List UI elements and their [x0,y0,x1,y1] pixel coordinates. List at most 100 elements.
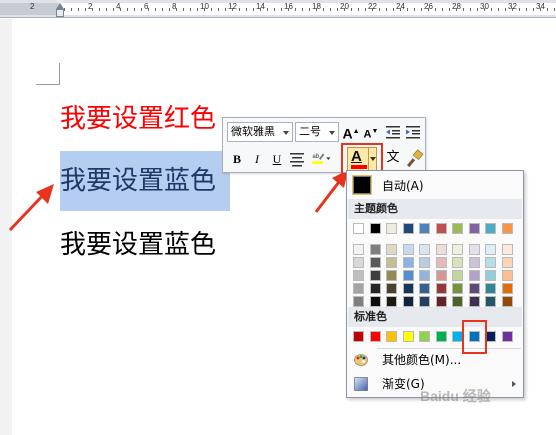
theme-color-swatch[interactable] [468,257,480,268]
theme-color-swatch[interactable] [452,283,463,294]
automatic-color-item[interactable]: 自动(A) [348,173,522,197]
theme-color-swatch[interactable] [402,270,414,281]
standard-color-swatch[interactable] [353,331,364,342]
chevron-down-icon[interactable] [283,131,289,135]
theme-color-swatch[interactable] [501,257,513,268]
standard-color-swatch[interactable] [369,331,381,342]
theme-color-swatch[interactable] [402,244,414,255]
decrease-indent-icon[interactable] [383,122,403,142]
standard-color-swatch[interactable] [501,331,513,342]
standard-color-swatch[interactable] [419,331,430,342]
horizontal-ruler[interactable]: 2 2 4 6 8 10 12 14 16 18 20 22 24 26 28 30 32 34 [0,0,556,18]
theme-color-swatch[interactable] [386,244,397,255]
theme-color-swatch[interactable] [386,296,397,307]
theme-color-swatch[interactable] [353,244,364,255]
theme-color-swatch[interactable] [353,270,364,281]
styles-button[interactable]: 文 [383,148,403,168]
theme-color-swatch[interactable] [353,296,364,307]
theme-color-swatch[interactable] [402,223,414,234]
theme-color-swatch[interactable] [485,223,496,234]
theme-color-swatch[interactable] [369,257,381,268]
theme-color-swatch[interactable] [386,223,397,234]
theme-color-swatch[interactable] [501,223,513,234]
theme-color-swatch[interactable] [501,283,513,294]
theme-color-swatch[interactable] [353,283,364,294]
increase-indent-icon[interactable] [403,122,423,142]
theme-color-swatch[interactable] [369,270,381,281]
ruler-tick [190,8,191,11]
theme-color-swatch[interactable] [369,283,381,294]
theme-color-swatch[interactable] [353,223,364,234]
standard-color-swatch[interactable] [402,331,414,342]
theme-color-swatch[interactable] [419,296,430,307]
theme-color-swatch[interactable] [452,244,463,255]
theme-color-swatch[interactable] [419,223,430,234]
theme-color-swatch[interactable] [501,296,513,307]
theme-color-swatch[interactable] [419,270,430,281]
theme-color-swatch[interactable] [386,257,397,268]
theme-color-swatch[interactable] [353,257,364,268]
ruler-tick [428,8,429,11]
center-align-icon[interactable] [287,149,307,169]
theme-color-swatch[interactable] [468,270,480,281]
format-painter-icon[interactable] [405,149,425,169]
chevron-down-icon[interactable] [329,131,335,135]
theme-color-swatch[interactable] [419,257,430,268]
theme-color-swatch[interactable] [435,283,447,294]
italic-button[interactable]: I [247,149,267,169]
theme-color-swatch[interactable] [452,257,463,268]
theme-color-swatch[interactable] [419,283,430,294]
theme-color-swatch[interactable] [468,223,480,234]
theme-color-swatch[interactable] [485,283,496,294]
font-name-combo[interactable]: 微软雅黑 [227,122,293,142]
theme-color-swatch[interactable] [386,270,397,281]
highlight-color-button[interactable]: ab [311,148,331,168]
theme-color-swatch[interactable] [435,244,447,255]
watermark: Baidu 经验 [420,388,491,404]
ruler-tick [512,8,513,11]
theme-color-swatch[interactable] [468,296,480,307]
theme-color-swatch[interactable] [369,223,381,234]
theme-color-swatch[interactable] [369,244,381,255]
doc-line-red[interactable]: 我要设置红色 [60,102,216,136]
more-colors-item[interactable]: 其他颜色(M)... [348,349,522,371]
ruler-tick [120,8,121,11]
theme-color-swatch[interactable] [468,283,480,294]
theme-color-swatch[interactable] [452,270,463,281]
theme-color-swatch[interactable] [435,257,447,268]
ruler-tick [400,8,401,11]
theme-color-swatch[interactable] [369,296,381,307]
theme-color-swatch[interactable] [485,244,496,255]
theme-color-swatch[interactable] [402,257,414,268]
theme-color-swatch[interactable] [402,296,414,307]
left-indent-icon[interactable] [56,9,64,17]
theme-color-swatch[interactable] [435,270,447,281]
theme-color-swatch[interactable] [485,270,496,281]
ruler-tick [316,8,317,11]
theme-color-swatch[interactable] [501,270,513,281]
theme-color-swatch[interactable] [485,257,496,268]
bold-button[interactable]: B [227,149,247,169]
theme-color-swatch[interactable] [501,244,513,255]
shrink-font-button[interactable]: A▼ [361,122,381,142]
theme-color-swatch[interactable] [402,283,414,294]
standard-color-swatch[interactable] [386,331,397,342]
standard-color-swatch[interactable] [435,331,447,342]
ruler-tick [547,8,548,11]
doc-line-selected[interactable]: 我要设置蓝色 [60,151,231,211]
font-size-combo[interactable]: 二号 [295,122,339,142]
theme-color-swatch[interactable] [386,283,397,294]
underline-button[interactable]: U [267,149,287,169]
theme-color-swatch[interactable] [435,223,447,234]
ruler-tick [393,8,394,11]
theme-color-swatch[interactable] [468,244,480,255]
ruler-tick [484,8,485,11]
theme-color-swatch[interactable] [485,296,496,307]
automatic-label: 自动(A) [382,179,424,193]
theme-color-swatch[interactable] [452,223,463,234]
grow-font-button[interactable]: A▲ [341,122,361,142]
doc-line-black[interactable]: 我要设置蓝色 [60,228,216,262]
theme-color-swatch[interactable] [435,296,447,307]
theme-color-swatch[interactable] [419,244,430,255]
theme-color-swatch[interactable] [452,296,463,307]
